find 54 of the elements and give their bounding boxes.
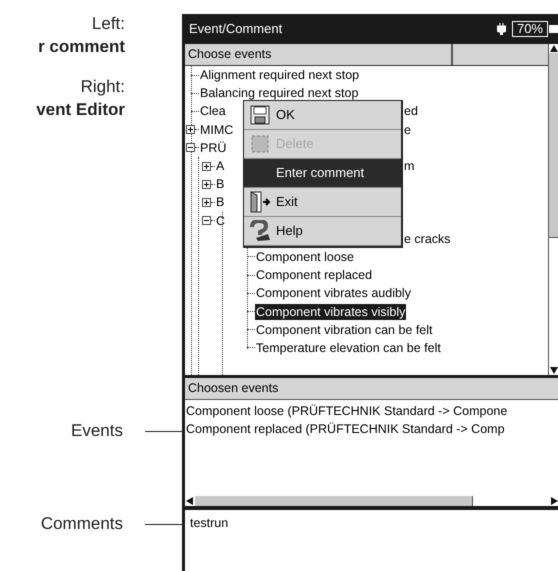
scrollbar-thumb[interactable] xyxy=(195,496,473,506)
tree-item[interactable]: Component vibrates audibly xyxy=(255,285,412,302)
up-arrow-icon[interactable] xyxy=(549,44,558,53)
right-arrow-icon[interactable] xyxy=(550,496,558,506)
tree-item[interactable]: Temperature elevation can be felt xyxy=(255,340,442,356)
annotation-text: Right: xyxy=(80,76,125,98)
callout-label: Events xyxy=(71,420,123,442)
minus-box-icon[interactable] xyxy=(186,143,195,152)
tree-item[interactable]: e cracks xyxy=(404,230,451,247)
tree-item[interactable]: m xyxy=(404,158,414,174)
menu-item[interactable]: Exit xyxy=(244,188,401,217)
tree-item[interactable]: e xyxy=(404,122,411,138)
menu-item[interactable]: Help xyxy=(244,217,401,246)
horizontal-scrollbar[interactable] xyxy=(185,496,558,506)
plug-icon xyxy=(496,23,506,35)
plus-box-icon[interactable] xyxy=(202,198,211,207)
menu-item[interactable]: OK xyxy=(244,101,401,130)
tree-item[interactable]: Component loose xyxy=(255,248,355,265)
tree-item[interactable]: Component vibration can be felt xyxy=(255,322,434,338)
tree-item[interactable]: ed xyxy=(404,103,418,120)
window-title: Event/Comment xyxy=(189,20,282,38)
annotation-text: Left: xyxy=(92,13,125,35)
annotation-text: vent Editor xyxy=(36,99,125,121)
minus-box-icon[interactable] xyxy=(202,216,211,226)
menu-item[interactable]: Enter comment xyxy=(244,159,401,188)
tree-item[interactable]: Component replaced xyxy=(255,267,374,284)
annotation-text: r comment xyxy=(38,36,125,58)
scrollbar-thumb[interactable] xyxy=(549,53,558,238)
plus-box-icon[interactable] xyxy=(186,125,195,134)
event-entry[interactable]: Component replaced (PRÜFTECHNIK Standard -> Comp xyxy=(185,420,558,438)
comment-text[interactable]: testrun xyxy=(190,516,228,530)
tree-item[interactable]: Component vibrates visibly xyxy=(255,304,406,320)
battery-level: 70% xyxy=(512,21,548,37)
vertical-scrollbar[interactable] xyxy=(548,44,558,375)
question-mark-icon xyxy=(248,220,272,242)
tree-item[interactable]: C xyxy=(215,212,226,229)
tree-item[interactable]: B xyxy=(215,176,226,192)
plus-box-icon[interactable] xyxy=(202,162,211,171)
left-arrow-icon[interactable] xyxy=(185,496,195,506)
tree-item[interactable]: Alignment required next stop xyxy=(199,67,360,84)
battery-tip xyxy=(549,25,558,33)
down-arrow-icon[interactable] xyxy=(549,366,558,375)
event-entry[interactable]: Component loose (PRÜFTECHNIK Standard -> Compone xyxy=(185,402,558,420)
tree-item[interactable]: B xyxy=(215,194,226,210)
tree-item[interactable]: A xyxy=(215,158,226,174)
section-header: Choosen events xyxy=(185,378,558,400)
dashed-square-icon xyxy=(250,134,270,154)
tree-item[interactable]: MIMC xyxy=(199,122,234,138)
door-exit-icon xyxy=(249,191,271,213)
callout-label: Comments xyxy=(40,513,123,535)
tree-item[interactable]: PRÜ xyxy=(199,140,228,156)
plus-box-icon[interactable] xyxy=(202,180,211,189)
tree-item[interactable]: Balancing required next stop xyxy=(199,85,360,102)
tree-item[interactable]: Clea xyxy=(199,103,227,120)
